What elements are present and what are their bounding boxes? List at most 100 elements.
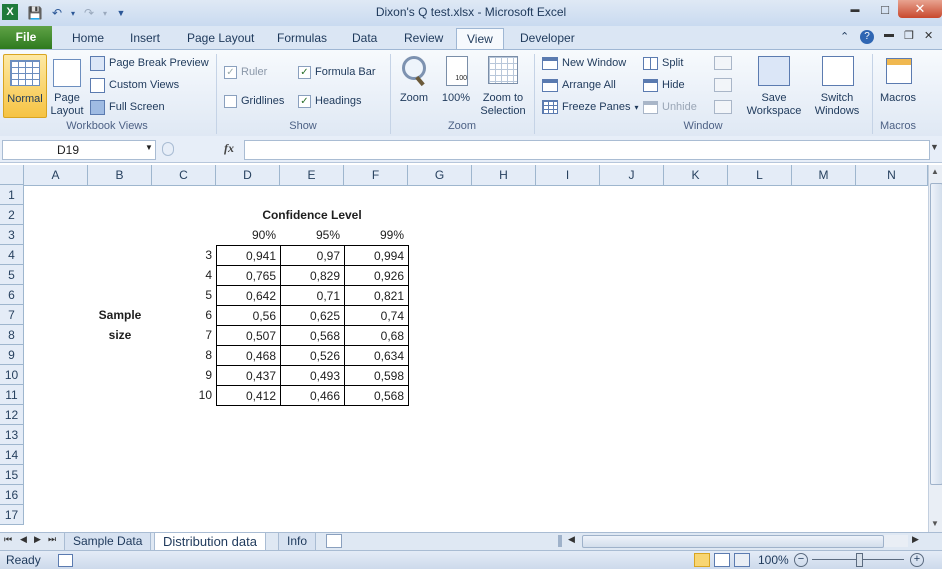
row-header-15[interactable]: 15 bbox=[0, 465, 24, 485]
zoom-out-icon[interactable]: − bbox=[794, 553, 808, 567]
q-critical-value-cell[interactable]: 0,568 bbox=[344, 385, 409, 406]
workbook-minimize-icon[interactable]: ▬ bbox=[884, 29, 894, 40]
level-header-99[interactable]: 99% bbox=[344, 225, 408, 245]
tab-data[interactable]: Data bbox=[342, 28, 387, 48]
next-sheet-icon[interactable]: ▶ bbox=[34, 534, 41, 545]
column-header-i[interactable]: I bbox=[536, 165, 600, 185]
insert-function-icon[interactable]: fx bbox=[224, 141, 234, 156]
q-critical-value-cell[interactable]: 0,634 bbox=[344, 345, 409, 366]
page-layout-view-button[interactable]: Page Layout bbox=[48, 54, 86, 117]
vertical-scrollbar[interactable]: ▲ ▼ bbox=[928, 165, 942, 532]
row-header-6[interactable]: 6 bbox=[0, 285, 24, 305]
row-header-2[interactable]: 2 bbox=[0, 205, 24, 225]
prev-sheet-icon[interactable]: ◀ bbox=[20, 534, 27, 545]
workbook-close-icon[interactable]: ✕ bbox=[924, 29, 933, 42]
sample-size-label[interactable]: size bbox=[88, 325, 152, 345]
headings-checkbox[interactable]: ✓ Headings bbox=[298, 92, 361, 110]
row-header-7[interactable]: 7 bbox=[0, 305, 24, 325]
row-header-3[interactable]: 3 bbox=[0, 225, 24, 245]
row-header-1[interactable]: 1 bbox=[0, 185, 24, 205]
sheet-tab-info[interactable]: Info bbox=[278, 533, 317, 551]
column-header-e[interactable]: E bbox=[280, 165, 344, 185]
close-button[interactable]: ✕ bbox=[898, 0, 942, 18]
zoom-slider-thumb[interactable] bbox=[856, 553, 863, 567]
view-side-by-side-icon[interactable] bbox=[714, 56, 732, 70]
column-header-c[interactable]: C bbox=[152, 165, 216, 185]
q-critical-value-cell[interactable]: 0,625 bbox=[280, 305, 345, 326]
first-sheet-icon[interactable]: ⏮ bbox=[4, 534, 12, 545]
row-header-17[interactable]: 17 bbox=[0, 505, 24, 525]
level-header-95[interactable]: 95% bbox=[280, 225, 344, 245]
macro-recording-icon[interactable] bbox=[58, 554, 73, 567]
hide-button[interactable]: Hide bbox=[643, 76, 685, 94]
sample-size-cell[interactable]: 6 bbox=[152, 305, 216, 325]
row-header-12[interactable]: 12 bbox=[0, 405, 24, 425]
q-critical-value-cell[interactable]: 0,926 bbox=[344, 265, 409, 286]
freeze-panes-button[interactable]: Freeze Panes ▾ bbox=[542, 98, 639, 116]
workbook-restore-icon[interactable]: ❐ bbox=[904, 29, 914, 42]
zoom-to-selection-button[interactable]: Zoom to Selection bbox=[476, 54, 530, 117]
column-header-n[interactable]: N bbox=[856, 165, 928, 185]
sample-size-cell[interactable]: 8 bbox=[152, 345, 216, 365]
row-header-10[interactable]: 10 bbox=[0, 365, 24, 385]
ruler-checkbox[interactable]: ✓ Ruler bbox=[224, 63, 267, 81]
scroll-up-icon[interactable]: ▲ bbox=[931, 167, 939, 176]
expand-formula-bar-icon[interactable]: ▼ bbox=[930, 142, 939, 152]
gridlines-checkbox[interactable]: Gridlines bbox=[224, 92, 284, 110]
column-header-k[interactable]: K bbox=[664, 165, 728, 185]
tab-split-handle[interactable] bbox=[558, 535, 562, 547]
row-header-8[interactable]: 8 bbox=[0, 325, 24, 345]
sample-size-cell[interactable]: 5 bbox=[152, 285, 216, 305]
sample-size-cell[interactable]: 3 bbox=[152, 245, 216, 265]
row-header-4[interactable]: 4 bbox=[0, 245, 24, 265]
sample-size-cell[interactable]: 7 bbox=[152, 325, 216, 345]
column-header-m[interactable]: M bbox=[792, 165, 856, 185]
last-sheet-icon[interactable]: ⏭ bbox=[48, 534, 56, 545]
page-break-preview-button[interactable]: Page Break Preview bbox=[90, 54, 209, 72]
tab-page-layout[interactable]: Page Layout bbox=[177, 28, 264, 48]
row-header-9[interactable]: 9 bbox=[0, 345, 24, 365]
worksheet-grid[interactable]: Confidence Level 90% 95% 99% Sample size… bbox=[24, 185, 928, 532]
q-critical-value-cell[interactable]: 0,437 bbox=[216, 365, 281, 386]
q-critical-value-cell[interactable]: 0,507 bbox=[216, 325, 281, 346]
select-all-button[interactable] bbox=[0, 165, 24, 185]
vertical-scroll-thumb[interactable] bbox=[930, 183, 942, 485]
tab-file[interactable]: File bbox=[0, 26, 52, 49]
split-button[interactable]: Split bbox=[643, 54, 683, 72]
synchronous-scrolling-icon[interactable] bbox=[714, 78, 732, 92]
column-header-g[interactable]: G bbox=[408, 165, 472, 185]
q-critical-value-cell[interactable]: 0,526 bbox=[280, 345, 345, 366]
tab-view[interactable]: View bbox=[456, 28, 504, 49]
q-critical-value-cell[interactable]: 0,821 bbox=[344, 285, 409, 306]
q-critical-value-cell[interactable]: 0,56 bbox=[216, 305, 281, 326]
sample-size-label[interactable]: Sample bbox=[88, 305, 152, 325]
help-icon[interactable]: ? bbox=[860, 30, 874, 44]
new-window-button[interactable]: New Window bbox=[542, 54, 626, 72]
insert-worksheet-icon[interactable] bbox=[326, 534, 342, 548]
formula-bar-handle-icon[interactable] bbox=[162, 142, 174, 156]
confidence-level-header[interactable]: Confidence Level bbox=[216, 205, 408, 225]
q-critical-value-cell[interactable]: 0,97 bbox=[280, 245, 345, 266]
scroll-right-icon[interactable]: ▶ bbox=[912, 534, 919, 545]
sheet-tab-distribution-data[interactable]: Distribution data bbox=[154, 533, 266, 551]
reset-window-position-icon[interactable] bbox=[714, 100, 732, 114]
zoom-button[interactable]: Zoom bbox=[396, 54, 432, 114]
q-critical-value-cell[interactable]: 0,598 bbox=[344, 365, 409, 386]
normal-view-button[interactable]: Normal bbox=[3, 54, 47, 118]
tab-review[interactable]: Review bbox=[394, 28, 453, 48]
column-header-d[interactable]: D bbox=[216, 165, 280, 185]
name-box[interactable]: D19 ▼ bbox=[2, 140, 156, 160]
name-box-dropdown-icon[interactable]: ▼ bbox=[145, 143, 153, 152]
row-header-5[interactable]: 5 bbox=[0, 265, 24, 285]
scroll-down-icon[interactable]: ▼ bbox=[931, 519, 939, 528]
column-header-b[interactable]: B bbox=[88, 165, 152, 185]
horizontal-scroll-thumb[interactable] bbox=[582, 535, 884, 548]
zoom-level[interactable]: 100% bbox=[758, 553, 789, 567]
q-critical-value-cell[interactable]: 0,829 bbox=[280, 265, 345, 286]
sample-size-cell[interactable]: 10 bbox=[152, 385, 216, 405]
column-header-a[interactable]: A bbox=[24, 165, 88, 185]
row-header-16[interactable]: 16 bbox=[0, 485, 24, 505]
q-critical-value-cell[interactable]: 0,74 bbox=[344, 305, 409, 326]
q-critical-value-cell[interactable]: 0,994 bbox=[344, 245, 409, 266]
q-critical-value-cell[interactable]: 0,568 bbox=[280, 325, 345, 346]
